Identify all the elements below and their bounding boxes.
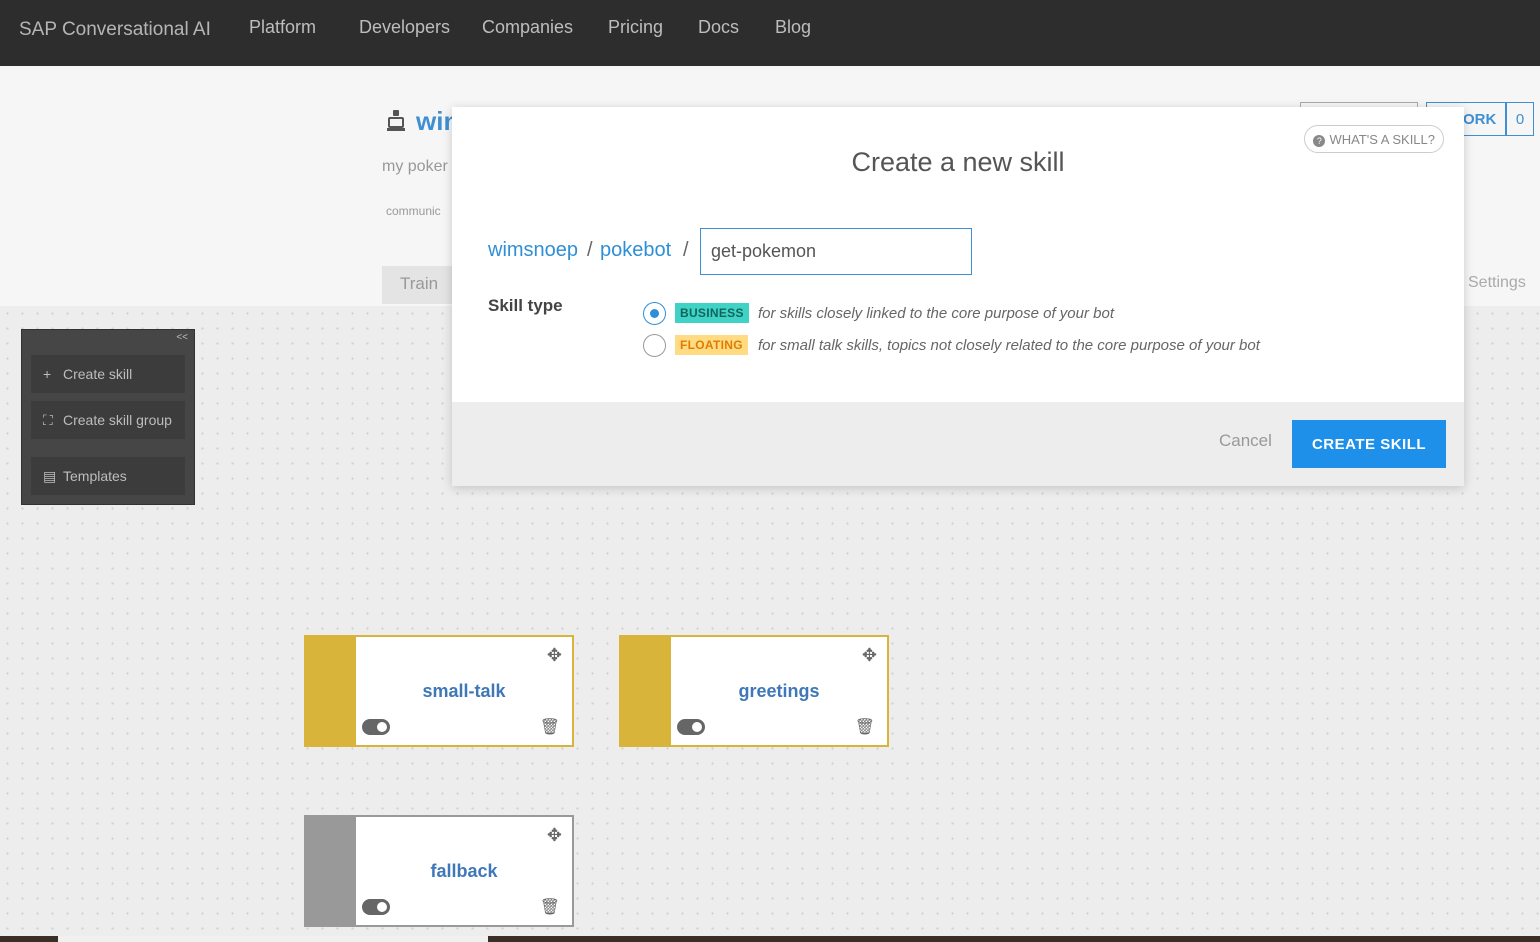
create-skill-dialog: ? WHAT'S A SKILL? Create a new skill wims… — [452, 107, 1464, 486]
skill-type-label: Skill type — [488, 296, 563, 315]
dialog-footer: Cancel CREATE SKILL — [452, 402, 1464, 486]
taskbar-item — [58, 936, 488, 942]
floating-description: for small talk skills, topics not closel… — [758, 337, 1260, 354]
skill-card-greetings[interactable]: greetings ✥ 🗑 — [619, 635, 889, 747]
business-description: for skills closely linked to the core pu… — [758, 305, 1115, 322]
business-badge: BUSINESS — [675, 303, 749, 323]
nav-platform[interactable]: Platform — [249, 17, 316, 38]
archive-icon: ▤ — [43, 468, 57, 484]
bot-tag: communic — [386, 204, 441, 218]
templates-button[interactable]: ▤ Templates — [31, 457, 185, 495]
templates-label: Templates — [63, 468, 127, 484]
dialog-title: Create a new skill — [851, 147, 1065, 177]
nav-companies[interactable]: Companies — [482, 17, 573, 38]
help-icon: ? — [1313, 135, 1326, 147]
move-icon[interactable]: ✥ — [547, 645, 562, 666]
skill-toggle[interactable] — [362, 719, 390, 735]
skill-toggle[interactable] — [677, 719, 705, 735]
top-nav: SAP Conversational AI Platform Developer… — [0, 0, 1540, 66]
skill-name[interactable]: small-talk — [356, 681, 572, 702]
skill-toggle[interactable] — [362, 899, 390, 915]
trash-icon[interactable]: 🗑 — [540, 717, 560, 737]
whats-a-skill-label: WHAT'S A SKILL? — [1329, 132, 1435, 147]
radio-floating[interactable] — [643, 334, 666, 357]
tab-settings[interactable]: Settings — [1468, 274, 1526, 292]
brand-logo[interactable]: SAP Conversational AI — [19, 19, 211, 41]
fork-count: 0 — [1506, 102, 1534, 136]
nav-blog[interactable]: Blog — [775, 17, 811, 38]
plus-icon: + — [43, 366, 52, 382]
tab-train-label: Train — [400, 274, 439, 293]
move-icon[interactable]: ✥ — [862, 645, 877, 666]
create-skill-submit-button[interactable]: CREATE SKILL — [1292, 420, 1446, 468]
nav-developers[interactable]: Developers — [359, 17, 450, 38]
radio-business[interactable] — [643, 302, 666, 325]
nav-docs[interactable]: Docs — [698, 17, 739, 38]
trash-icon[interactable]: 🗑 — [855, 717, 875, 737]
skill-name[interactable]: greetings — [671, 681, 887, 702]
breadcrumb-separator: / — [587, 239, 593, 261]
toolbox-collapse-button[interactable]: << — [176, 332, 188, 343]
bot-description: my poker — [382, 158, 448, 175]
create-skill-group-label: Create skill group — [63, 412, 172, 428]
skill-card-fallback[interactable]: fallback ✥ 🗑 — [304, 815, 574, 927]
taskbar-strip — [0, 936, 1540, 942]
fork-label: ORK — [1463, 111, 1497, 128]
create-skill-group-button[interactable]: ⛶ Create skill group — [31, 401, 185, 439]
toolbox-panel: << + Create skill ⛶ Create skill group ▤ Te… — [21, 329, 195, 505]
trash-icon[interactable]: 🗑 — [540, 897, 560, 917]
group-frame-icon: ⛶ — [43, 412, 53, 428]
nav-pricing[interactable]: Pricing — [608, 17, 663, 38]
create-skill-label: Create skill — [63, 366, 133, 382]
breadcrumb-separator: / — [683, 239, 689, 261]
skill-name[interactable]: fallback — [356, 861, 572, 882]
breadcrumb-bot[interactable]: pokebot — [600, 239, 671, 262]
bot-icon — [387, 110, 405, 131]
create-skill-button[interactable]: + Create skill — [31, 355, 185, 393]
move-icon[interactable]: ✥ — [547, 825, 562, 846]
breadcrumb-user[interactable]: wimsnoep — [488, 239, 578, 262]
cancel-button[interactable]: Cancel — [1219, 431, 1272, 451]
skill-name-input[interactable] — [700, 228, 972, 275]
floating-badge: FLOATING — [675, 335, 748, 355]
fork-count-value: 0 — [1515, 111, 1525, 128]
skill-card-small-talk[interactable]: small-talk ✥ 🗑 — [304, 635, 574, 747]
